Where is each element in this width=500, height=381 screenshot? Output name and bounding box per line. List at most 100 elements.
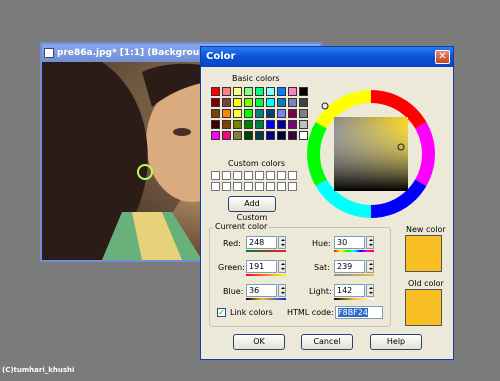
basic-color-swatch[interactable]: [277, 87, 286, 96]
basic-color-swatch[interactable]: [244, 131, 253, 140]
color-wheel[interactable]: [304, 87, 438, 221]
basic-color-swatch[interactable]: [211, 98, 220, 107]
custom-color-swatch[interactable]: [277, 171, 286, 180]
sat-spinner[interactable]: [366, 260, 374, 273]
new-color-swatch: [405, 235, 442, 272]
sat-input[interactable]: 239: [334, 260, 365, 273]
basic-color-swatch[interactable]: [244, 87, 253, 96]
basic-color-swatch[interactable]: [277, 98, 286, 107]
hue-label: Hue:: [312, 239, 331, 248]
custom-color-swatch[interactable]: [244, 182, 253, 191]
close-icon: ✕: [438, 51, 447, 62]
link-colors-checkbox[interactable]: ✓: [217, 308, 226, 317]
basic-color-swatch[interactable]: [288, 98, 297, 107]
basic-color-swatch[interactable]: [222, 98, 231, 107]
basic-color-swatch[interactable]: [244, 98, 253, 107]
basic-color-swatch[interactable]: [233, 109, 242, 118]
html-code-input[interactable]: F8BF24: [335, 306, 383, 319]
basic-color-swatch[interactable]: [266, 98, 275, 107]
red-label: Red:: [223, 239, 241, 248]
basic-colors-grid: [211, 87, 308, 140]
basic-color-swatch[interactable]: [255, 120, 264, 129]
basic-color-swatch[interactable]: [211, 109, 220, 118]
red-spinner[interactable]: [278, 236, 286, 249]
close-button[interactable]: ✕: [435, 50, 450, 64]
image-icon: [44, 48, 54, 58]
basic-color-swatch[interactable]: [277, 120, 286, 129]
basic-colors-label: Basic colors: [232, 74, 280, 83]
light-input[interactable]: 142: [334, 284, 365, 297]
light-spinner[interactable]: [366, 284, 374, 297]
basic-color-swatch[interactable]: [266, 131, 275, 140]
blue-input[interactable]: 36: [246, 284, 277, 297]
basic-color-swatch[interactable]: [266, 87, 275, 96]
blue-spinner[interactable]: [278, 284, 286, 297]
custom-color-swatch[interactable]: [255, 171, 264, 180]
green-spinner[interactable]: [278, 260, 286, 273]
basic-color-swatch[interactable]: [255, 131, 264, 140]
current-color-label: Current color: [213, 222, 270, 231]
dialog-title: Color: [206, 51, 236, 62]
hue-gradient-bar: [334, 250, 374, 252]
help-button[interactable]: Help: [370, 334, 422, 350]
basic-color-swatch[interactable]: [244, 120, 253, 129]
dialog-titlebar[interactable]: Color ✕: [201, 47, 453, 67]
custom-color-swatch[interactable]: [222, 171, 231, 180]
custom-color-swatch[interactable]: [211, 171, 220, 180]
custom-color-swatch[interactable]: [255, 182, 264, 191]
basic-color-swatch[interactable]: [211, 131, 220, 140]
custom-color-swatch[interactable]: [222, 182, 231, 191]
basic-color-swatch[interactable]: [288, 131, 297, 140]
old-color-label: Old color: [408, 279, 444, 288]
hue-input[interactable]: 30: [334, 236, 365, 249]
sat-label: Sat:: [314, 263, 330, 272]
basic-color-swatch[interactable]: [233, 87, 242, 96]
custom-color-swatch[interactable]: [277, 182, 286, 191]
basic-color-swatch[interactable]: [255, 98, 264, 107]
basic-color-swatch[interactable]: [266, 109, 275, 118]
custom-color-swatch[interactable]: [288, 171, 297, 180]
basic-color-swatch[interactable]: [244, 109, 253, 118]
basic-color-swatch[interactable]: [222, 109, 231, 118]
old-color-swatch[interactable]: [405, 289, 442, 326]
basic-color-swatch[interactable]: [233, 98, 242, 107]
html-code-value: F8BF24: [338, 308, 368, 317]
html-code-label: HTML code:: [287, 308, 334, 317]
basic-color-swatch[interactable]: [222, 120, 231, 129]
custom-colors-label: Custom colors: [228, 159, 286, 168]
light-label: Light:: [309, 287, 332, 296]
basic-color-swatch[interactable]: [277, 131, 286, 140]
red-input[interactable]: 248: [246, 236, 277, 249]
basic-color-swatch[interactable]: [288, 109, 297, 118]
green-label: Green:: [218, 263, 245, 272]
green-gradient-bar: [246, 274, 286, 276]
custom-color-swatch[interactable]: [266, 171, 275, 180]
basic-color-swatch[interactable]: [288, 87, 297, 96]
basic-color-swatch[interactable]: [233, 131, 242, 140]
basic-color-swatch[interactable]: [277, 109, 286, 118]
basic-color-swatch[interactable]: [288, 120, 297, 129]
red-gradient-bar: [246, 250, 286, 252]
basic-color-swatch[interactable]: [211, 87, 220, 96]
custom-color-swatch[interactable]: [266, 182, 275, 191]
custom-color-swatch[interactable]: [233, 182, 242, 191]
custom-colors-grid: [211, 171, 297, 191]
cancel-button[interactable]: Cancel: [301, 334, 353, 350]
green-input[interactable]: 191: [246, 260, 277, 273]
basic-color-swatch[interactable]: [233, 120, 242, 129]
image-window-title: pre86a.jpg* [1:1] (Background): [57, 48, 217, 58]
custom-color-swatch[interactable]: [288, 182, 297, 191]
custom-color-swatch[interactable]: [233, 171, 242, 180]
basic-color-swatch[interactable]: [266, 120, 275, 129]
hue-spinner[interactable]: [366, 236, 374, 249]
custom-color-swatch[interactable]: [211, 182, 220, 191]
basic-color-swatch[interactable]: [222, 87, 231, 96]
custom-color-swatch[interactable]: [244, 171, 253, 180]
blue-gradient-bar: [246, 298, 286, 300]
basic-color-swatch[interactable]: [255, 109, 264, 118]
basic-color-swatch[interactable]: [255, 87, 264, 96]
basic-color-swatch[interactable]: [211, 120, 220, 129]
basic-color-swatch[interactable]: [222, 131, 231, 140]
add-custom-button[interactable]: Add Custom: [228, 196, 276, 222]
ok-button[interactable]: OK: [233, 334, 285, 350]
